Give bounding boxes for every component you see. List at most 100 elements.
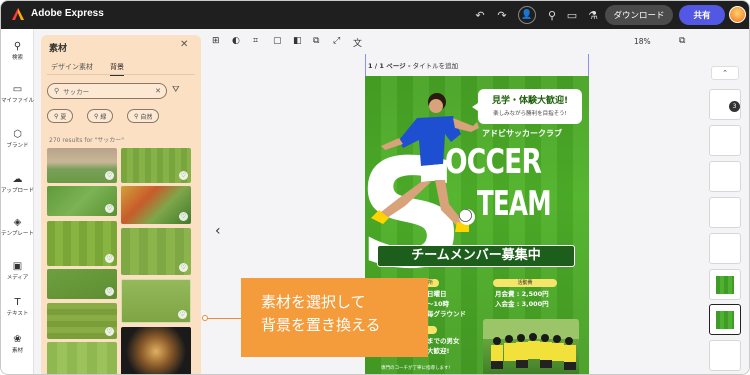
clear-search-icon[interactable]: ✕ <box>155 87 161 95</box>
chip-nature[interactable]: ⚲ 自然 <box>127 109 160 123</box>
search-icon: ⚲ <box>13 41 22 52</box>
search-icon: ⚲ <box>54 87 60 95</box>
page-thumbnail[interactable] <box>709 233 741 264</box>
rail-item-search[interactable]: ⚲ 検索 <box>1 41 34 62</box>
download-button[interactable]: ダウンロード <box>605 5 673 25</box>
results-count: 270 results for "サッカー" <box>49 137 125 144</box>
flask-icon[interactable]: ⚗ <box>586 8 600 22</box>
guide-line <box>365 54 366 76</box>
app-title: Adobe Express <box>31 8 104 19</box>
rail-item-text[interactable]: T テキスト <box>1 297 34 318</box>
page-count-badge: 3 <box>729 101 740 112</box>
top-bar: Adobe Express ↶ ↷ 👤 ⚲ ▭ ⚗ ダウンロード 共有 <box>1 1 749 29</box>
comment-icon[interactable]: ▭ <box>565 8 579 22</box>
page-label[interactable]: 1 / 1 ページ - タイトルを追加 <box>368 60 458 70</box>
frame-icon[interactable]: ▢ <box>273 36 282 46</box>
layers-icon[interactable]: ⧉ <box>313 36 319 46</box>
user-avatar[interactable] <box>729 6 746 23</box>
translate-icon[interactable]: 文 <box>353 36 362 49</box>
background-thumbnail[interactable]: ♡ <box>121 279 191 323</box>
undo-icon[interactable]: ↶ <box>473 8 487 22</box>
chip-green[interactable]: ⚲ 緑 <box>87 109 114 123</box>
page-thumbnail[interactable] <box>709 197 741 228</box>
poster-fee-text[interactable]: 月会費 : 2,500円 入会金 : 3,000円 <box>495 289 549 309</box>
background-thumbnail[interactable]: ♡ <box>121 186 191 224</box>
shape-icon[interactable]: ◧ <box>293 36 302 46</box>
page-preview <box>716 311 734 329</box>
poster-speech-bubble[interactable]: 見学・体験大歓迎! 楽しみながら勝利を目指そう! <box>472 89 582 124</box>
poster-tag-activity: 活動費 <box>493 279 557 287</box>
share-button[interactable]: 共有 <box>679 5 725 25</box>
text-icon: T <box>14 297 21 308</box>
page-thumbnail[interactable] <box>709 340 741 371</box>
replace-image-icon[interactable]: ⊞ <box>212 36 220 46</box>
poster-recruit-banner[interactable]: チームメンバー募集中 <box>377 245 575 267</box>
background-thumbnail[interactable]: ♡ <box>47 269 117 299</box>
adobe-express-logo[interactable] <box>11 7 25 21</box>
upload-icon: ☁ <box>12 174 23 185</box>
filter-icon[interactable]: ⛛ <box>172 85 180 95</box>
poster-club-name[interactable]: アドビサッカークラブ <box>482 128 562 139</box>
callout-connector <box>205 318 241 319</box>
favorite-icon[interactable]: ♡ <box>105 327 114 336</box>
redo-icon[interactable]: ↷ <box>495 8 509 22</box>
page-thumbnail[interactable] <box>709 269 741 300</box>
favorite-icon[interactable]: ♡ <box>105 204 114 213</box>
team-huddle-image <box>483 319 579 370</box>
rail-item-media[interactable]: ▣ メディア <box>1 261 34 282</box>
panel-title: 素材 <box>49 44 68 54</box>
poster-coach-text[interactable]: 専門のコーチが丁寧に指導します! <box>381 364 450 374</box>
favorite-icon[interactable]: ♡ <box>105 287 114 296</box>
background-thumbnail[interactable]: ♡ <box>47 186 117 216</box>
poster-target-text[interactable]: までの男女 大歓迎! <box>427 336 460 356</box>
favorite-icon[interactable]: ♡ <box>179 263 188 272</box>
favorite-icon[interactable]: ♡ <box>179 171 188 180</box>
chevron-left-icon[interactable]: ‹ <box>215 223 221 239</box>
tab-divider <box>47 74 195 75</box>
favorite-icon[interactable]: ♡ <box>105 171 114 180</box>
poster-team-photo[interactable] <box>483 319 579 374</box>
favorite-icon[interactable]: ♡ <box>179 212 188 221</box>
chip-summer[interactable]: ⚲ 夏 <box>47 109 74 123</box>
instruction-callout: 素材を選択して 背景を置き換える <box>241 278 428 357</box>
rail-item-upload[interactable]: ☁ アップロード <box>1 174 34 195</box>
page-preview <box>716 276 734 294</box>
pages-icon[interactable]: ⧉ <box>679 36 685 46</box>
tab-design-elements[interactable]: デザイン素材 <box>51 62 93 72</box>
favorite-icon[interactable]: ♡ <box>178 310 187 319</box>
invite-user-icon[interactable]: 👤 <box>518 6 536 24</box>
background-thumbnail[interactable] <box>47 342 117 374</box>
page-thumbnail[interactable] <box>709 125 741 156</box>
chevron-up-icon[interactable]: ⌃ <box>711 66 739 80</box>
folder-icon: ▭ <box>12 84 23 95</box>
template-icon: ◈ <box>13 217 22 228</box>
color-icon[interactable]: ◐ <box>232 36 240 46</box>
background-thumbnail[interactable]: ♡ <box>121 228 191 275</box>
search-input[interactable] <box>63 87 144 95</box>
favorite-icon[interactable]: ♡ <box>105 254 114 263</box>
search-field[interactable]: ⚲ ✕ <box>47 83 167 99</box>
elements-icon: ❀ <box>13 334 22 345</box>
poster-occer-text[interactable]: OCCER <box>445 142 542 182</box>
rail-item-elements[interactable]: ❀ 素材 <box>1 334 34 355</box>
zoom-level[interactable]: 18% <box>634 37 651 46</box>
page-thumbnail-selected[interactable] <box>709 304 741 335</box>
guide-line <box>588 54 589 76</box>
soccer-ball <box>459 209 475 225</box>
rail-item-templates[interactable]: ◈ テンプレート <box>1 217 34 238</box>
adobe-express-window: Adobe Express ↶ ↷ 👤 ⚲ ▭ ⚗ ダウンロード 共有 ⚲ 検索… <box>0 0 750 375</box>
background-thumbnail[interactable]: ♡ <box>121 148 191 183</box>
close-icon[interactable]: ✕ <box>180 39 188 50</box>
rail-item-brand[interactable]: ⬡ ブランド <box>1 129 34 150</box>
rail-item-myfiles[interactable]: ▭ マイファイル <box>1 84 34 105</box>
background-thumbnail[interactable]: ♡ <box>47 303 117 339</box>
background-thumbnail[interactable]: ♡ <box>47 148 117 183</box>
resize-icon[interactable]: ⤢ <box>333 36 340 46</box>
poster-place-text[interactable]: 日曜日 〜10時 毎グラウンド <box>427 289 466 319</box>
pin-icon[interactable]: ⚲ <box>545 8 559 22</box>
background-thumbnail[interactable]: ♡ <box>47 221 117 266</box>
page-thumbnail[interactable] <box>709 161 741 192</box>
background-thumbnail[interactable] <box>121 327 191 374</box>
poster-team-text[interactable]: TEAM <box>477 184 552 224</box>
crop-icon[interactable]: ⌗ <box>253 36 258 46</box>
